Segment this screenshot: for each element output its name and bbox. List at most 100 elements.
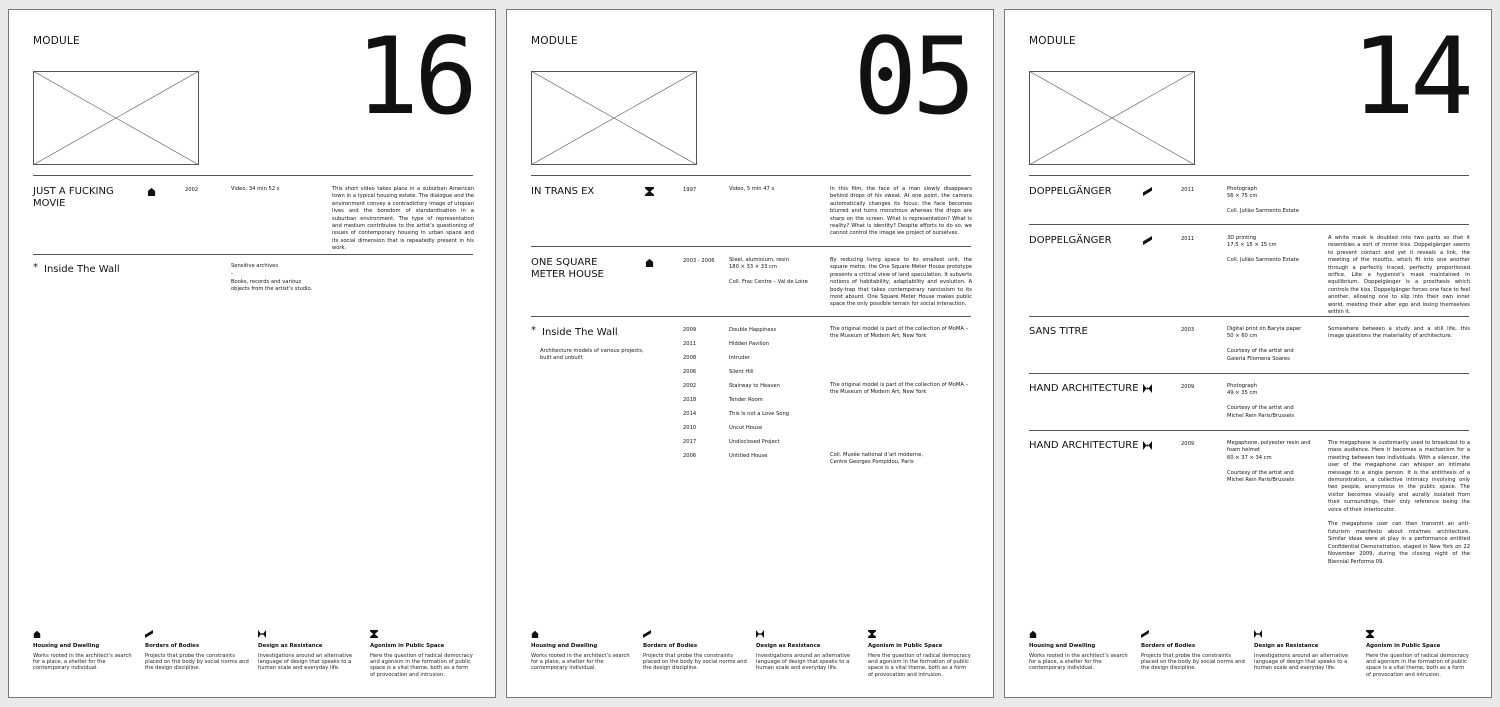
legend-desc: Projects that probe the constraints plac… bbox=[643, 653, 747, 672]
image-placeholder bbox=[531, 71, 697, 165]
legend-title: Agonism in Public Space bbox=[1366, 643, 1441, 649]
legend-item: Housing and Dwelling Works rooted in the… bbox=[33, 630, 137, 672]
legend-title: Agonism in Public Space bbox=[868, 643, 943, 649]
module-number: 16 bbox=[355, 15, 478, 138]
legend: Housing and Dwelling Works rooted in the… bbox=[33, 630, 473, 690]
divider bbox=[1029, 316, 1469, 317]
legend-desc: Projects that probe the constraints plac… bbox=[145, 653, 249, 672]
legend-item: Borders of Bodies Projects that probe th… bbox=[145, 630, 249, 672]
divider bbox=[1029, 175, 1469, 176]
legend-item: Borders of Bodies Projects that probe th… bbox=[643, 630, 747, 672]
model-note: The original model is part of the collec… bbox=[830, 382, 969, 396]
module-panel-14: MODULE 14 DOPPELGÄNGER 2011 Photograph 5… bbox=[1004, 9, 1492, 698]
work-technique: Photograph 56 × 75 cm Coll. Julião Sarme… bbox=[1227, 186, 1299, 215]
legend-title: Borders of Bodies bbox=[643, 643, 698, 649]
work-description: Somewhere between a study and a still li… bbox=[1328, 326, 1470, 340]
model-note: The original model is part of the collec… bbox=[830, 326, 969, 340]
legend-desc: Here the question of radical democracy a… bbox=[370, 653, 473, 678]
legend-title: Design as Resistance bbox=[1254, 643, 1319, 649]
slash-icon bbox=[1143, 187, 1152, 196]
work-title: JUST A FUCKING MOVIE bbox=[33, 186, 114, 209]
legend-item: Agonism in Public Space Here the questio… bbox=[868, 630, 972, 678]
work-year: 2011 bbox=[1181, 236, 1195, 242]
bowtie-icon bbox=[1254, 630, 1262, 638]
model-year: 2017 bbox=[683, 439, 697, 445]
module-number: 05 bbox=[853, 15, 976, 138]
section-label: Sensitive archives bbox=[231, 263, 279, 269]
model-year: 2002 bbox=[683, 383, 697, 389]
legend-item: Agonism in Public Space Here the questio… bbox=[1366, 630, 1470, 678]
module-number: 14 bbox=[1351, 15, 1474, 138]
legend-title: Housing and Dwelling bbox=[531, 643, 598, 649]
section-dash: - bbox=[231, 271, 233, 277]
divider bbox=[33, 175, 473, 176]
work-year: 2003 bbox=[1181, 327, 1195, 333]
bowtie-icon bbox=[756, 630, 764, 638]
work-year: 2009 bbox=[1181, 384, 1195, 390]
work-technique: Megaphone, polyester resin and foam helm… bbox=[1227, 440, 1311, 484]
work-title: IN TRANS EX bbox=[531, 186, 595, 197]
module-label: MODULE bbox=[33, 35, 80, 47]
module-label: MODULE bbox=[531, 35, 578, 47]
legend-title: Design as Resistance bbox=[258, 643, 323, 649]
model-name: Silent Hill bbox=[729, 369, 754, 375]
hourglass-icon bbox=[1366, 630, 1374, 638]
model-name: Stairway to Heaven bbox=[729, 383, 780, 389]
model-name: Untitled House bbox=[729, 453, 768, 459]
slash-icon bbox=[1141, 630, 1149, 638]
work-description: The megaphone is customarily used to bro… bbox=[1328, 440, 1470, 565]
section-title: Inside The Wall bbox=[44, 264, 120, 275]
work-year: 2002 bbox=[185, 187, 199, 193]
work-technique: Video, 5 min 47 s bbox=[729, 186, 775, 192]
model-year: 2014 bbox=[683, 411, 697, 417]
divider bbox=[531, 175, 971, 176]
divider bbox=[1029, 224, 1469, 225]
section-star: * bbox=[531, 325, 536, 336]
work-year: 2009 bbox=[1181, 441, 1195, 447]
section-star: * bbox=[33, 262, 38, 273]
model-name: Hidden Pavilion bbox=[729, 341, 769, 347]
legend-title: Borders of Bodies bbox=[145, 643, 200, 649]
section-text: Books, records and various objects from … bbox=[231, 279, 313, 293]
work-title: ONE SQUARE METER HOUSE bbox=[531, 257, 604, 280]
bowtie-icon bbox=[258, 630, 266, 638]
legend-desc: Works rooted in the architect’s search f… bbox=[1029, 653, 1128, 672]
legend-title: Agonism in Public Space bbox=[370, 643, 445, 649]
model-name: Uncut House bbox=[729, 425, 763, 431]
model-year: 2011 bbox=[683, 341, 697, 347]
work-title: DOPPELGÄNGER bbox=[1029, 235, 1112, 246]
work-title: SANS TITRE bbox=[1029, 326, 1088, 337]
legend-title: Housing and Dwelling bbox=[33, 643, 100, 649]
section-title: Inside The Wall bbox=[542, 327, 618, 338]
work-title: DOPPELGÄNGER bbox=[1029, 186, 1112, 197]
work-technique: Digital print on Baryta paper 50 × 60 cm… bbox=[1227, 326, 1302, 362]
model-year: 2006 bbox=[683, 369, 697, 375]
divider bbox=[531, 316, 971, 317]
legend-desc: Projects that probe the constraints plac… bbox=[1141, 653, 1245, 672]
model-name: Double Happiness bbox=[729, 327, 777, 333]
legend-title: Housing and Dwelling bbox=[1029, 643, 1096, 649]
slash-icon bbox=[643, 630, 651, 638]
hourglass-icon bbox=[370, 630, 378, 638]
work-technique: Photograph 49 × 35 cm Courtesy of the ar… bbox=[1227, 383, 1295, 419]
divider bbox=[1029, 373, 1469, 374]
work-technique: Steel, aluminium, resin 180 × 33 × 33 cm… bbox=[729, 257, 808, 286]
legend-desc: Investigations around an alternative lan… bbox=[1254, 653, 1349, 672]
divider bbox=[531, 246, 971, 247]
work-description: By reducing living space to its smallest… bbox=[830, 257, 972, 308]
legend-desc: Investigations around an alternative lan… bbox=[756, 653, 851, 672]
house-icon bbox=[645, 258, 654, 267]
work-description: This short video takes place in a suburb… bbox=[332, 186, 474, 252]
hourglass-icon bbox=[645, 187, 654, 196]
legend-item: Housing and Dwelling Works rooted in the… bbox=[1029, 630, 1133, 672]
module-panel-16: MODULE 16 JUST A FUCKING MOVIE 2002 Vide… bbox=[8, 9, 496, 698]
work-description: A white mask is doubled into two parts s… bbox=[1328, 235, 1470, 316]
image-placeholder bbox=[1029, 71, 1195, 165]
legend-item: Design as Resistance Investigations arou… bbox=[756, 630, 860, 672]
model-name: Undisclosed Project bbox=[729, 439, 780, 445]
legend-desc: Investigations around an alternative lan… bbox=[258, 653, 353, 672]
divider bbox=[33, 254, 473, 255]
house-icon bbox=[147, 187, 156, 196]
model-year: 2006 bbox=[683, 453, 697, 459]
bowtie-icon bbox=[1143, 441, 1152, 450]
